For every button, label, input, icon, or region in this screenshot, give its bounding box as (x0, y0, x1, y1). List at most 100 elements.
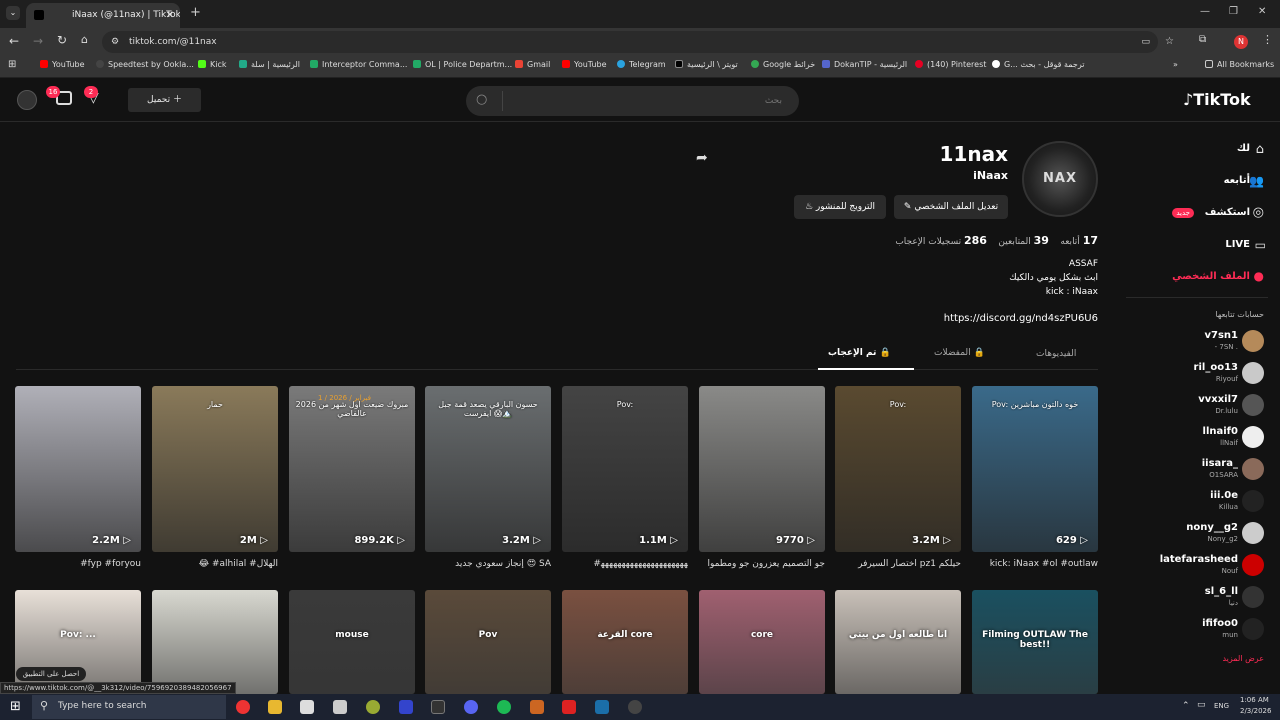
sidebar-item-following[interactable]: أتابعه (1224, 175, 1250, 186)
sidebar-item-live[interactable]: LIVE (1225, 239, 1250, 250)
xbox-icon[interactable] (431, 700, 445, 714)
bookmark-gmail[interactable]: Gmail (515, 60, 550, 69)
new-tab-button[interactable]: + (190, 5, 201, 20)
sidebar-item-foryou[interactable]: لك (1237, 143, 1250, 154)
app-icon[interactable] (562, 700, 576, 714)
tab-favorites[interactable]: المفضلات 🔒 (934, 348, 985, 358)
user-avatar[interactable] (17, 90, 37, 110)
spotify-icon[interactable] (497, 700, 511, 714)
menu-icon[interactable]: ⋮ (1262, 33, 1273, 46)
following-account[interactable]: ril_oo13 Riyouf (1084, 362, 1264, 392)
file-explorer-icon[interactable] (268, 700, 282, 714)
bookmark-interceptor[interactable]: Interceptor Comma... (310, 60, 407, 69)
tab-list-dropdown[interactable]: ⌄ (6, 6, 20, 20)
network-icon[interactable]: ▭ (1197, 700, 1206, 710)
restore-button[interactable]: ❐ (1229, 6, 1238, 17)
video-tile[interactable]: حسون البارقي يصعد قمة جبل ايفرست 😱🏔️ 3.2M… (425, 386, 551, 552)
share-icon[interactable]: ➦ (696, 150, 708, 166)
tab-videos[interactable]: الفيديوهات (1036, 349, 1076, 359)
bookmark-dokantip[interactable]: DokanTIP - الرئيسية (822, 60, 907, 69)
bookmark-speedtest[interactable]: Speedtest by Ookla... (96, 60, 194, 69)
video-tile[interactable]: core (699, 590, 825, 694)
following-account[interactable]: iii.0e Killua (1084, 490, 1264, 520)
following-account[interactable]: ififoo0 mun (1084, 618, 1264, 648)
following-account[interactable]: vvxxil7 Dr.lulu (1084, 394, 1264, 424)
video-tile[interactable]: Filming OUTLAW The best!! (972, 590, 1098, 694)
video-caption[interactable]: #ﻬﻬﻬﻬﻬﻬﻬﻬﻬﻬﻬﻬﻬﻬﻬﻬﻬﻬﻬﻬﻬ (562, 559, 688, 569)
bookmark-pinterest[interactable]: (140) Pinterest (915, 60, 986, 69)
video-caption[interactable]: 😂 #alhilal #الهلال (152, 559, 278, 569)
reload-icon[interactable]: ↻ (57, 33, 67, 47)
profile-avatar[interactable]: N (1234, 35, 1248, 49)
tiktok-logo[interactable]: ♪TikTok (1183, 90, 1251, 109)
get-app-button[interactable]: احصل على التطبيق (16, 667, 86, 681)
following-account[interactable]: nony__g2 Nony_g2 (1084, 522, 1264, 552)
sidebar-item-profile[interactable]: الملف الشخصي (1172, 271, 1250, 282)
bookmark-youtube[interactable]: YouTube (40, 60, 85, 69)
see-more-link[interactable]: عرض المزيد (1222, 654, 1264, 663)
search-icon[interactable]: ○ (476, 92, 487, 107)
upload-button[interactable]: تحميل ＋ (128, 88, 201, 112)
mail-icon[interactable] (333, 700, 347, 714)
taskbar-search[interactable]: ⚲ Type here to search (32, 695, 226, 719)
video-tile[interactable]: مبروك ضيعت اول شهر من 2026 عالفاضي 899.2K… (289, 386, 415, 552)
video-tile[interactable]: 2.2M ▷ (15, 386, 141, 552)
video-tile[interactable]: حمار 2M ▷ (152, 386, 278, 552)
following-account[interactable]: latefarasheed Nouf (1084, 554, 1264, 584)
video-tile[interactable]: Pov: 1.1M ▷ (562, 386, 688, 552)
extensions-icon[interactable]: ⧉ (1199, 34, 1206, 45)
video-tile[interactable] (152, 590, 278, 694)
apps-grid-icon[interactable]: ⊞ (8, 59, 16, 70)
active-tab[interactable]: iNaax (@11nax) | TikTok ✕ (26, 3, 180, 28)
app-icon[interactable] (628, 700, 642, 714)
bookmark-telegram[interactable]: Telegram (617, 60, 666, 69)
edit-profile-button[interactable]: ✎ تعديل الملف الشخصي (894, 195, 1008, 219)
bookmark-police[interactable]: OL | Police Departm... (413, 60, 512, 69)
store-icon[interactable] (300, 700, 314, 714)
app-icon[interactable] (530, 700, 544, 714)
clock-time[interactable]: 1:06 AM (1240, 696, 1269, 704)
following-account[interactable]: sl_6_ll دنيا (1084, 586, 1264, 616)
close-window-button[interactable]: ✕ (1258, 6, 1266, 17)
promote-post-button[interactable]: ♨ الترويج للمنشور (794, 195, 886, 219)
following-account[interactable]: iisara_ O1SARA (1084, 458, 1264, 488)
bookmarks-overflow-icon[interactable]: » (1173, 60, 1178, 69)
tab-liked[interactable]: تم الإعجاب 🔒 (828, 348, 891, 358)
video-caption[interactable]: إنجاز سعودي جديد 😍 SA (425, 559, 551, 569)
video-tile[interactable]: القرعة core (562, 590, 688, 694)
steam-icon[interactable] (595, 700, 609, 714)
video-tile[interactable]: انا طالعه اول من بيتي (835, 590, 961, 694)
bookmark-salla[interactable]: الرئيسية | سلة (239, 60, 300, 69)
video-tile[interactable]: Pov: خوه دالتون مباشرين 629 ▷ (972, 386, 1098, 552)
minimize-button[interactable]: — (1200, 6, 1210, 17)
video-tile[interactable]: 9770 ▷ (699, 386, 825, 552)
app-icon[interactable] (366, 700, 380, 714)
video-tile[interactable]: mouse (289, 590, 415, 694)
discord-icon[interactable] (464, 700, 478, 714)
video-caption[interactable]: جو التصميم يعزرون جو ومطموا (699, 559, 825, 569)
video-caption[interactable]: #fyp #foryou (15, 559, 141, 569)
video-tile[interactable]: Pov (425, 590, 551, 694)
bookmark-star-icon[interactable]: ☆ (1165, 31, 1174, 53)
bookmark-kick[interactable]: Kick (198, 60, 227, 69)
app-icon[interactable] (399, 700, 413, 714)
sidebar-item-explore[interactable]: استكشف (1205, 207, 1250, 218)
back-icon[interactable]: ← (9, 34, 19, 48)
tray-chevron-icon[interactable]: ⌃ (1182, 701, 1190, 711)
video-tile[interactable]: Pov: 3.2M ▷ (835, 386, 961, 552)
video-caption[interactable]: اختصار السيرفر pz1 حيلكم (835, 559, 961, 569)
site-info-icon[interactable]: ⚙ (111, 31, 119, 53)
url-field[interactable]: ⚙ tiktok.com/@11nax ▭ ☆ (102, 31, 1174, 53)
close-tab-icon[interactable]: ✕ (166, 3, 174, 28)
chrome-icon[interactable] (236, 700, 250, 714)
bookmark-twitter[interactable]: تويتر \ الرئيسية (675, 60, 738, 69)
bookmark-google-maps[interactable]: Google خرائط (751, 60, 815, 69)
following-account[interactable]: llnaif0 llNaif (1084, 426, 1264, 456)
video-caption[interactable]: kick: iNaax #ol #outlaw (972, 559, 1098, 569)
language-indicator[interactable]: ENG (1214, 702, 1229, 710)
home-icon[interactable]: ⌂ (81, 33, 88, 46)
search-input[interactable] (502, 91, 790, 111)
all-bookmarks[interactable]: All Bookmarks (1205, 60, 1274, 69)
forward-icon[interactable]: → (33, 34, 43, 48)
bookmark-youtube-2[interactable]: YouTube (562, 60, 607, 69)
